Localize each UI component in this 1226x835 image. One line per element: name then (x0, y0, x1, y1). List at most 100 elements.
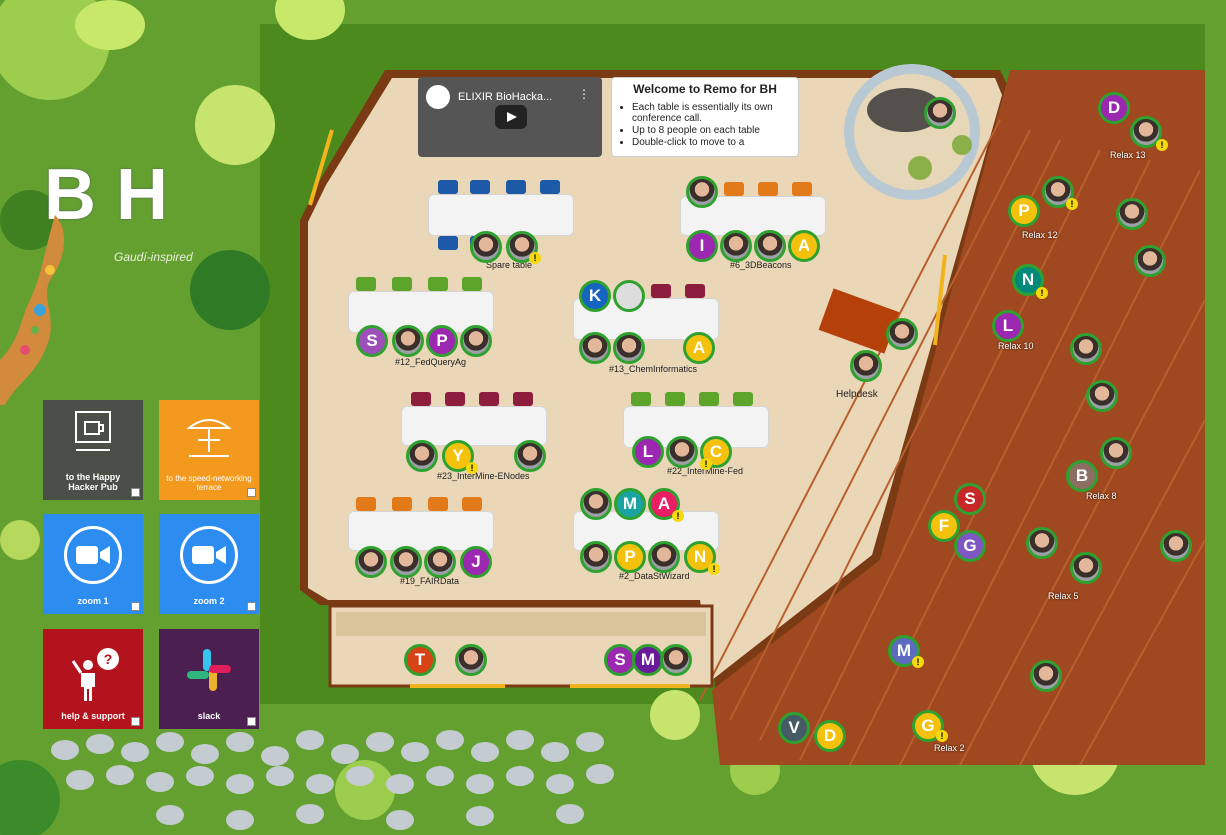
welcome-bullet: Double-click to move to a (632, 137, 790, 148)
chair (356, 497, 376, 511)
welcome-card: Welcome to Remo for BH Each table is ess… (611, 77, 799, 157)
video-channel-logo (426, 85, 450, 109)
tile-slack[interactable]: slack (159, 629, 259, 729)
avatar[interactable] (460, 325, 492, 357)
avatar[interactable] (1134, 245, 1166, 277)
table-label: #12_FedQueryAg (395, 357, 467, 367)
avatar[interactable] (660, 644, 692, 676)
tile-speed-networking[interactable]: to the speed-networking terrace (159, 400, 259, 500)
avatar[interactable] (470, 231, 502, 263)
avatar[interactable] (924, 97, 956, 129)
avatar-d[interactable]: D (1098, 92, 1130, 124)
avatar[interactable] (686, 176, 718, 208)
avatar[interactable] (580, 541, 612, 573)
avatar-p[interactable]: P (426, 325, 458, 357)
avatar[interactable] (390, 546, 422, 578)
chair (699, 392, 719, 406)
avatar[interactable] (514, 440, 546, 472)
tile-happy-hacker-pub[interactable]: to the Happy Hacker Pub (43, 400, 143, 500)
link-corner-icon (131, 717, 140, 726)
avatar[interactable] (613, 280, 645, 312)
avatar[interactable] (580, 488, 612, 520)
youtube-video-card[interactable]: ELIXIR BioHacka... ⋮ (418, 77, 602, 157)
relax-label: Relax 13 (1110, 150, 1146, 160)
avatar[interactable] (1116, 198, 1148, 230)
avatar-p[interactable]: P (614, 541, 646, 573)
avatar[interactable] (720, 230, 752, 262)
tile-zoom-2[interactable]: zoom 2 (159, 514, 259, 614)
avatar-g[interactable]: G (954, 530, 986, 562)
table-label: Helpdesk (836, 389, 878, 400)
avatar[interactable] (455, 644, 487, 676)
avatar[interactable] (392, 325, 424, 357)
slack-icon (187, 649, 231, 691)
avatar[interactable]: ! (506, 231, 541, 264)
svg-text:?: ? (104, 651, 113, 667)
chair (631, 392, 651, 406)
chair (428, 497, 448, 511)
welcome-bullet: Up to 8 people on each table (632, 125, 790, 136)
avatar[interactable] (1026, 527, 1058, 559)
play-button[interactable] (495, 105, 527, 129)
chair (685, 284, 705, 298)
avatar[interactable] (648, 541, 680, 573)
tile-slack-label: slack (197, 711, 221, 721)
chair (462, 277, 482, 291)
avatar-p[interactable]: P (1008, 195, 1040, 227)
chair (470, 180, 490, 194)
welcome-bullets: Each table is essentially its own confer… (620, 102, 790, 148)
table-intermine-fed[interactable]: #22_InterMine-Fed (615, 390, 775, 480)
avatar[interactable] (850, 350, 882, 382)
tile-zoom-1[interactable]: zoom 1 (43, 514, 143, 614)
avatar-b[interactable]: B (1066, 460, 1098, 492)
link-corner-icon (247, 717, 256, 726)
avatar-d[interactable]: D (814, 720, 846, 752)
relax-label: Relax 12 (1022, 230, 1058, 240)
avatar[interactable] (666, 436, 698, 468)
tile-help-support[interactable]: ? help & support (43, 629, 143, 729)
table-label: #13_ChemInformatics (609, 364, 698, 374)
video-menu-icon[interactable]: ⋮ (578, 87, 590, 101)
chair (758, 182, 778, 196)
avatar[interactable] (1086, 380, 1118, 412)
chair (506, 180, 526, 194)
avatar[interactable] (886, 318, 918, 350)
gecko-mosaic-icon (0, 215, 65, 405)
tile-zoom-1-label: zoom 1 (77, 596, 109, 606)
chair (356, 277, 376, 291)
avatar[interactable] (355, 546, 387, 578)
link-corner-icon (247, 602, 256, 611)
avatar[interactable] (613, 332, 645, 364)
avatar-j[interactable]: J (460, 546, 492, 578)
avatar-a[interactable]: A (788, 230, 820, 262)
avatar[interactable] (579, 332, 611, 364)
avatar-s[interactable]: S (356, 325, 388, 357)
avatar[interactable] (424, 546, 456, 578)
chair (462, 497, 482, 511)
avatar[interactable] (406, 440, 438, 472)
badge: ! (529, 252, 541, 264)
table-top (348, 511, 494, 551)
mug-sign-icon (75, 411, 111, 451)
avatar-s[interactable]: S (954, 483, 986, 515)
avatar-v[interactable]: V (778, 712, 810, 744)
avatar-a[interactable]: A (683, 332, 715, 364)
avatar[interactable] (754, 230, 786, 262)
avatar-l[interactable]: L (632, 436, 664, 468)
avatar[interactable] (1070, 552, 1102, 584)
avatar-i[interactable]: I (686, 230, 718, 262)
avatar-l[interactable]: L (992, 310, 1024, 342)
avatar-t[interactable]: T (404, 644, 436, 676)
avatar[interactable] (1160, 530, 1192, 562)
avatar[interactable] (1100, 437, 1132, 469)
avatar-k[interactable]: K (579, 280, 611, 312)
link-corner-icon (131, 602, 140, 611)
chair (438, 236, 458, 250)
relax-label: Relax 10 (998, 341, 1034, 351)
avatar-m[interactable]: M (614, 488, 646, 520)
chair (792, 182, 812, 196)
tile-happy-hacker-pub-label: to the Happy Hacker Pub (65, 472, 121, 492)
avatar[interactable] (1070, 333, 1102, 365)
badge: ! (672, 510, 684, 522)
avatar[interactable] (1030, 660, 1062, 692)
